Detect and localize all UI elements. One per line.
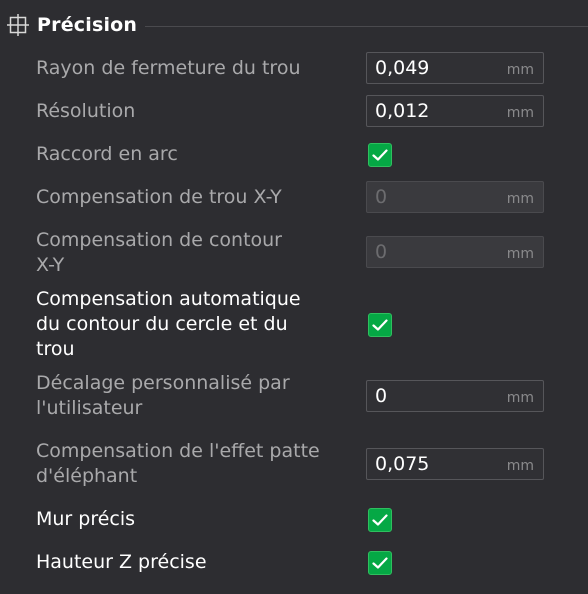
checkmark-icon: [372, 149, 388, 161]
setting-label: Compensation de contour X-Y: [36, 229, 282, 276]
section-header-precision: Précision: [6, 11, 588, 39]
xy-hole-compensation-input[interactable]: 0 mm: [366, 181, 544, 213]
field-value[interactable]: 0: [375, 241, 387, 263]
xy-contour-compensation-input[interactable]: 0 mm: [366, 236, 544, 268]
setting-label: Mur précis: [36, 508, 136, 530]
field-unit: mm: [506, 105, 534, 121]
setting-label: Compensation de trou X-Y: [36, 186, 282, 208]
crosshair-icon: [7, 14, 29, 36]
hole-closing-radius-input[interactable]: 0,049 mm: [366, 52, 544, 84]
setting-label: Hauteur Z précise: [36, 551, 207, 573]
arc-fitting-checkbox[interactable]: [368, 143, 392, 167]
field-unit: mm: [506, 191, 534, 207]
user-offset-input[interactable]: 0 mm: [366, 380, 544, 412]
field-unit: mm: [506, 246, 534, 262]
field-value[interactable]: 0,075: [375, 453, 429, 475]
section-divider: [145, 25, 588, 27]
checkmark-icon: [372, 514, 388, 526]
precise-z-height-checkbox[interactable]: [368, 551, 392, 575]
elephant-foot-compensation-input[interactable]: 0,075 mm: [366, 448, 544, 480]
field-unit: mm: [506, 458, 534, 474]
setting-label: Rayon de fermeture du trou: [36, 57, 301, 79]
precise-wall-checkbox[interactable]: [368, 508, 392, 532]
setting-label: Compensation automatique du contour du c…: [36, 288, 301, 360]
setting-label: Décalage personnalisé par l'utilisateur: [36, 372, 290, 419]
field-value[interactable]: 0,049: [375, 57, 429, 79]
section-title: Précision: [37, 14, 138, 36]
checkmark-icon: [372, 557, 388, 569]
field-value[interactable]: 0: [375, 186, 387, 208]
setting-label: Résolution: [36, 100, 136, 122]
auto-circle-contour-compensation-checkbox[interactable]: [368, 313, 392, 337]
field-unit: mm: [506, 62, 534, 78]
setting-label: Compensation de l'effet patte d'éléphant: [36, 440, 320, 487]
setting-label: Raccord en arc: [36, 143, 178, 165]
resolution-input[interactable]: 0,012 mm: [366, 95, 544, 127]
field-value[interactable]: 0,012: [375, 100, 429, 122]
field-value[interactable]: 0: [375, 385, 387, 407]
field-unit: mm: [506, 390, 534, 406]
checkmark-icon: [372, 319, 388, 331]
